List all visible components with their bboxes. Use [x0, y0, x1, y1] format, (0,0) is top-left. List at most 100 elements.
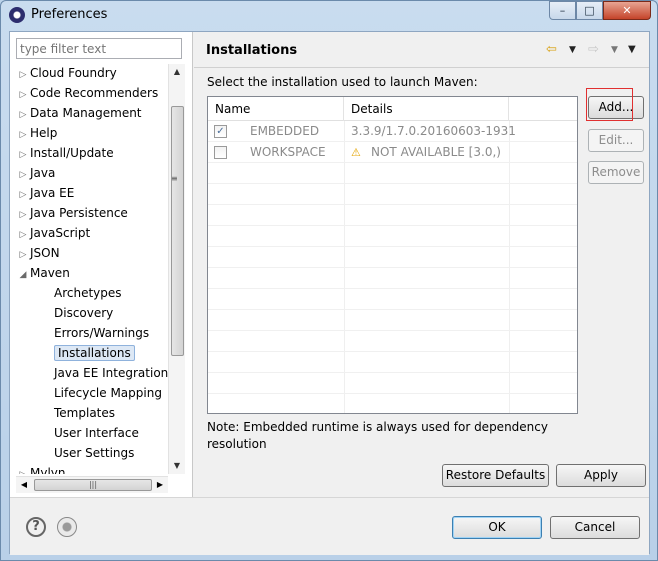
hscroll-thumb[interactable]: |||	[34, 479, 152, 491]
table-row	[208, 310, 577, 331]
back-history-dropdown-icon[interactable]: ▼	[569, 45, 576, 55]
forward-arrow-icon[interactable]: ⇨	[588, 42, 599, 57]
scroll-down-arrow-icon[interactable]: ▼	[169, 458, 185, 474]
tree-item[interactable]: ▷Mylyn	[16, 464, 66, 474]
collapsed-arrow-icon[interactable]: ▷	[16, 186, 30, 205]
eclipse-icon	[9, 7, 25, 23]
back-arrow-icon[interactable]: ⇦	[546, 42, 557, 57]
tree-horizontal-scrollbar[interactable]: ◀ ||| ▶	[16, 476, 168, 493]
collapsed-arrow-icon[interactable]: ▷	[16, 206, 30, 225]
table-row[interactable]: ✓ EMBEDDED 3.3.9/1.7.0.20160603-1931	[208, 121, 577, 142]
tree-item-label: Java	[30, 166, 56, 180]
column-header-details[interactable]: Details	[344, 97, 509, 121]
collapsed-arrow-icon[interactable]: ▷	[16, 226, 30, 245]
installation-checkbox[interactable]	[214, 146, 227, 159]
add-button[interactable]: Add...	[588, 96, 644, 119]
collapsed-arrow-icon[interactable]: ▷	[16, 86, 30, 105]
ok-button[interactable]: OK	[452, 516, 542, 539]
tree-item[interactable]: User Interface	[16, 424, 139, 443]
apply-button[interactable]: Apply	[556, 464, 646, 487]
tree-item-label: JavaScript	[30, 226, 91, 240]
scroll-grip-icon: ≡	[171, 174, 178, 183]
scroll-left-arrow-icon[interactable]: ◀	[16, 477, 32, 493]
table-row	[208, 205, 577, 226]
collapsed-arrow-icon[interactable]: ▷	[16, 146, 30, 165]
remove-button[interactable]: Remove	[588, 161, 644, 184]
tree-item[interactable]: ▷ Code Recommenders	[16, 84, 159, 105]
table-row	[208, 247, 577, 268]
tree-item[interactable]: Templates	[16, 404, 115, 423]
tree-item[interactable]: ▷ Java Persistence	[16, 204, 128, 223]
tree-item[interactable]: ▷ Help	[16, 124, 58, 145]
embedded-runtime-note: Note: Embedded runtime is always used fo…	[207, 420, 548, 451]
table-header: Name Details	[208, 97, 577, 121]
collapsed-arrow-icon[interactable]: ▷	[16, 466, 30, 474]
view-menu-icon[interactable]: ▼	[628, 44, 636, 55]
table-row	[208, 268, 577, 289]
table-row	[208, 163, 577, 184]
installation-checkbox[interactable]: ✓	[214, 125, 227, 138]
tree-item[interactable]: ▷ Cloud Foundry	[16, 64, 117, 83]
edit-button[interactable]: Edit...	[588, 129, 644, 152]
tree-item[interactable]: Errors/Warnings	[16, 324, 149, 343]
collapsed-arrow-icon[interactable]: ▷	[16, 166, 30, 185]
collapsed-arrow-icon[interactable]: ▷	[16, 246, 30, 265]
scroll-right-arrow-icon[interactable]: ▶	[152, 477, 168, 493]
cancel-button[interactable]: Cancel	[550, 516, 640, 539]
close-button[interactable]: ✕	[603, 1, 651, 20]
table-row	[208, 352, 577, 373]
record-macro-icon[interactable]	[57, 517, 77, 537]
tree-item[interactable]: Archetypes	[16, 284, 122, 303]
table-row	[208, 226, 577, 247]
instruction-text: Select the installation used to launch M…	[207, 75, 478, 89]
tree-item[interactable]: Java EE Integration	[16, 364, 168, 383]
collapsed-arrow-icon[interactable]: ▷	[16, 106, 30, 125]
column-header-name[interactable]: Name	[208, 97, 344, 121]
collapsed-arrow-icon[interactable]: ▷	[16, 126, 30, 145]
tree-item-label: User Interface	[54, 426, 139, 440]
help-icon[interactable]: ?	[26, 517, 46, 537]
table-row[interactable]: WORKSPACE ⚠ NOT AVAILABLE [3.0,)	[208, 142, 577, 163]
restore-defaults-button[interactable]: Restore Defaults	[442, 464, 549, 487]
tree-item-label: Lifecycle Mapping	[54, 386, 162, 400]
tree-item[interactable]: ▷ JSON	[16, 244, 60, 263]
table-row	[208, 289, 577, 310]
tree-item[interactable]: ▷ Java EE	[16, 184, 75, 205]
preference-tree: ▷ Cloud Foundry ▷ Code Recommenders ▷ Data Ma…	[16, 64, 168, 474]
tree-item[interactable]: Installations	[16, 344, 135, 363]
installation-details: ⚠ NOT AVAILABLE [3.0,)	[351, 142, 501, 163]
tree-item-label: Data Management	[30, 106, 142, 120]
tree-item[interactable]: ◢ Maven	[16, 264, 70, 283]
tree-item-label: JSON	[30, 246, 60, 260]
minimize-button[interactable]: –	[549, 1, 576, 20]
tree-item[interactable]: ▷ Install/Update	[16, 144, 114, 163]
tree-vertical-scrollbar[interactable]: ▲ ≡ ▼	[168, 64, 185, 474]
expanded-arrow-icon[interactable]: ◢	[16, 266, 30, 285]
tree-item[interactable]: User Settings	[16, 444, 134, 463]
tree-item-label: User Settings	[54, 446, 135, 460]
tree-item[interactable]: ▷ JavaScript	[16, 224, 91, 245]
collapsed-arrow-icon[interactable]: ▷	[16, 66, 30, 85]
details-text: NOT AVAILABLE [3.0,)	[371, 145, 501, 159]
scroll-up-arrow-icon[interactable]: ▲	[169, 64, 185, 80]
preferences-window: Preferences – □ ✕ ▷Cloud Foundry▷Code Re…	[0, 0, 658, 561]
table-row	[208, 394, 577, 413]
tree-item-label: Archetypes	[54, 286, 122, 300]
filter-input[interactable]	[16, 38, 182, 59]
tree-item-label: Java Persistence	[30, 206, 128, 220]
tree-item-label: Templates	[54, 406, 116, 420]
preference-page: Installations ⇦ ▼ ⇨ ▼ ▼ Select the insta…	[194, 32, 649, 497]
forward-history-dropdown-icon[interactable]: ▼	[611, 45, 618, 55]
installation-name: EMBEDDED	[250, 124, 320, 138]
maximize-button[interactable]: □	[576, 1, 603, 20]
tree-item[interactable]: Discovery	[16, 304, 113, 323]
tree-item[interactable]: ▷ Data Management	[16, 104, 142, 123]
installations-table: Name Details ✓ EMBEDDED 3.3.9/1.7.0.201606…	[207, 96, 578, 414]
tree-item-label: Code Recommenders	[30, 86, 159, 100]
tree-item[interactable]: ▷ Java	[16, 164, 56, 185]
scroll-thumb[interactable]	[171, 106, 184, 356]
tree-item[interactable]: Lifecycle Mapping	[16, 384, 162, 403]
warning-icon: ⚠	[351, 146, 361, 159]
tree-item-label: Java EE Integration	[54, 366, 168, 380]
title-bar[interactable]: Preferences – □ ✕	[1, 1, 657, 29]
